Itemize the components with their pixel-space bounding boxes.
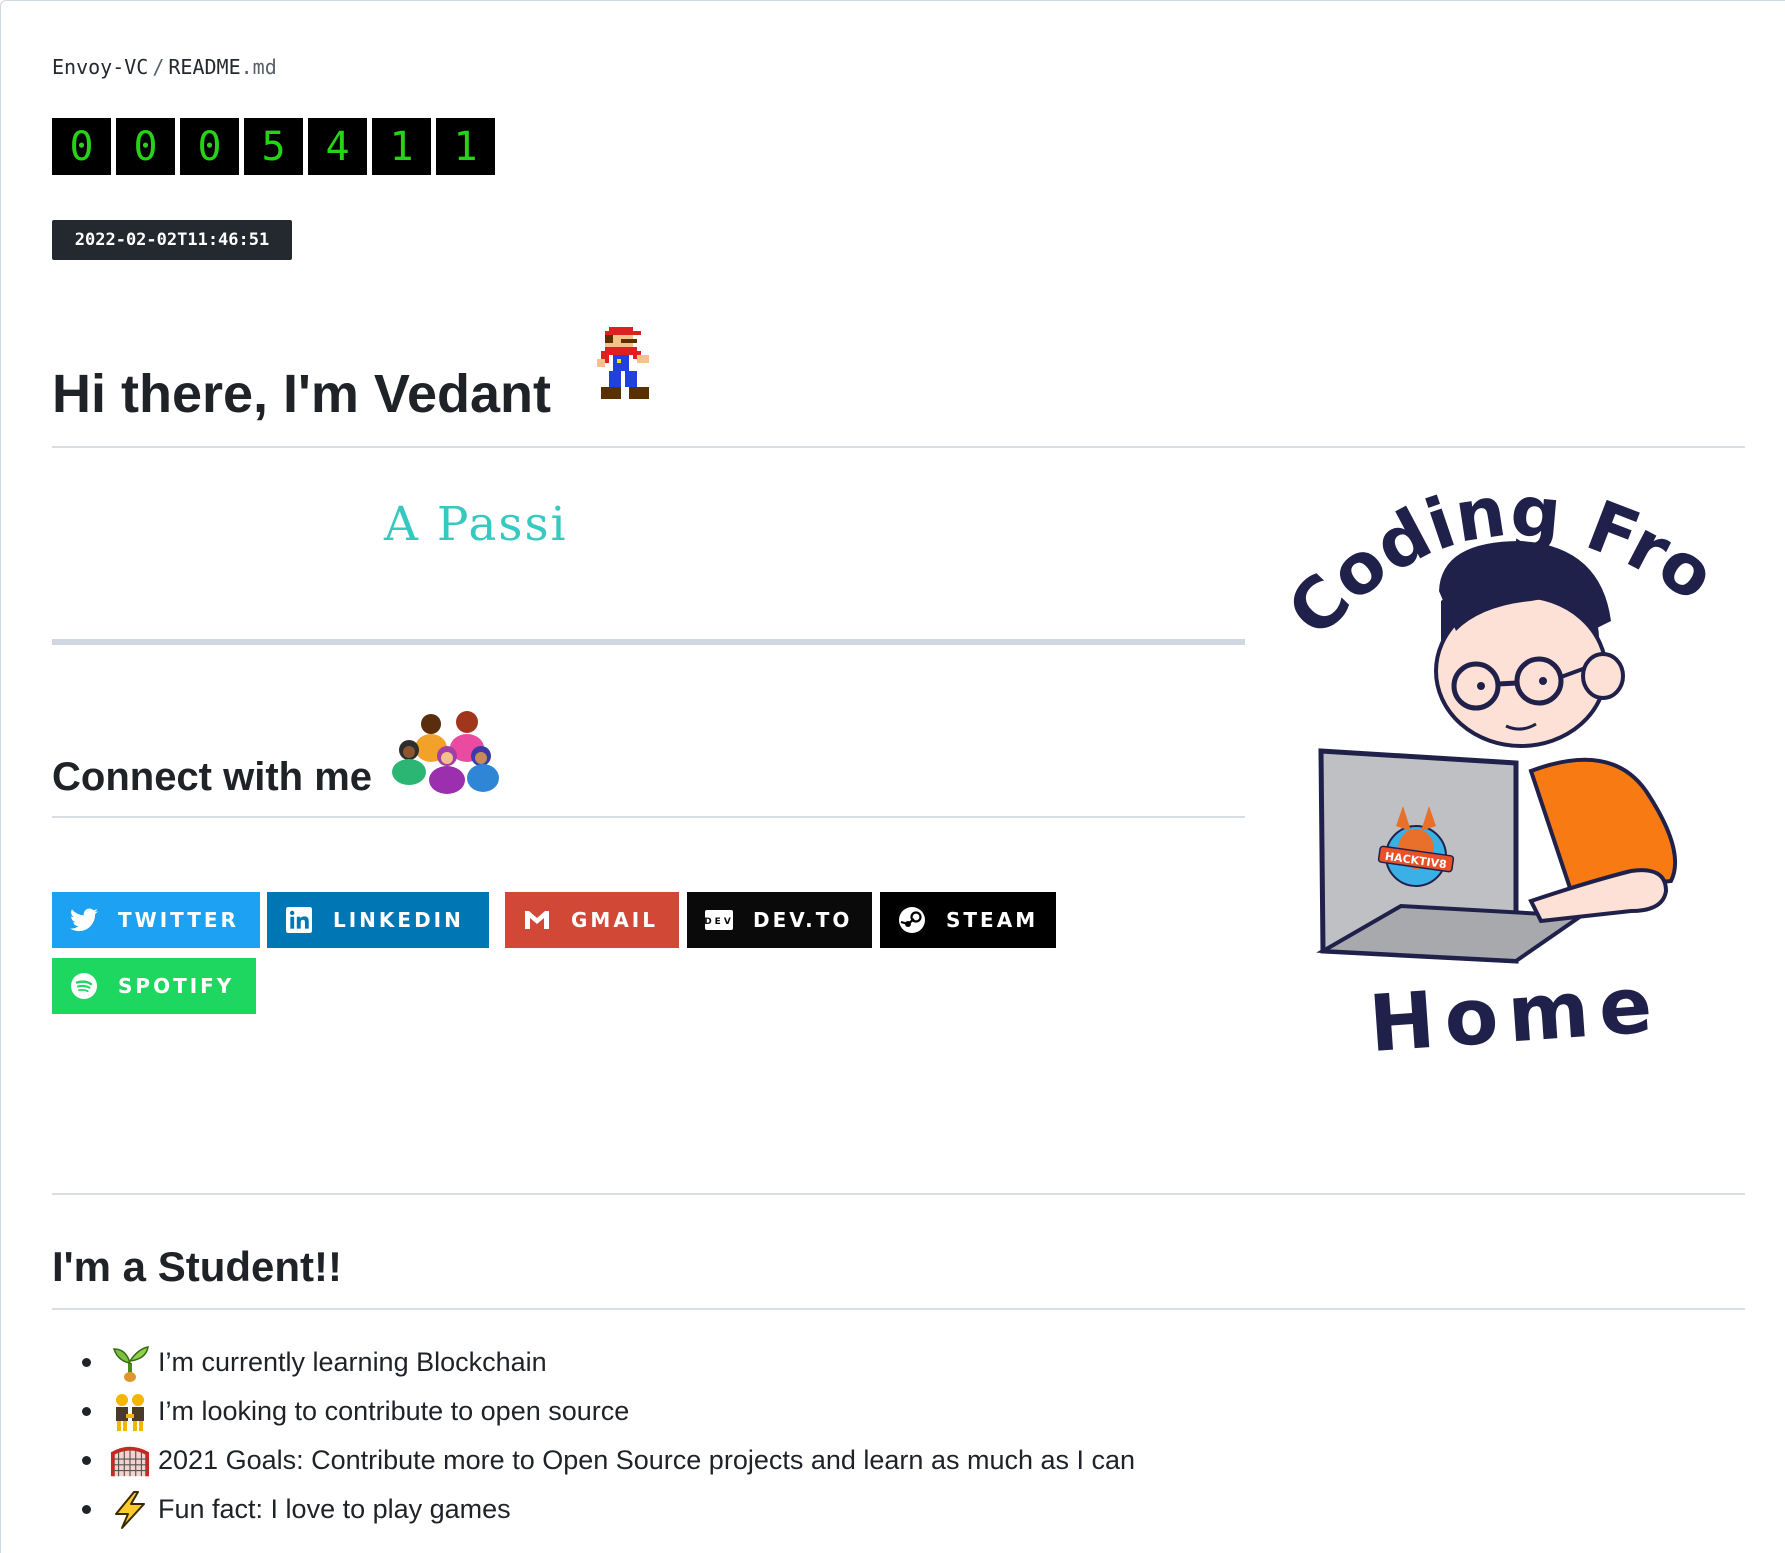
seedling-icon [110, 1343, 150, 1383]
readme-container: Envoy-VC / README.md 0 0 0 5 4 1 1 2022-02… [0, 0, 1785, 1553]
connect-heading: Connect with me [52, 755, 373, 799]
counter-digit: 5 [244, 118, 303, 175]
steam-icon [898, 906, 926, 934]
list-item-text: I’m currently learning Blockchain [158, 1347, 547, 1377]
section-divider [52, 639, 1245, 645]
student-list: I’m currently learning Blockchain I’m lo… [52, 1338, 1135, 1534]
list-item: 2021 Goals: Contribute more to Open Sour… [52, 1436, 1135, 1485]
twitter-badge-label: TWITTER [118, 908, 239, 932]
mario-sprite-icon [597, 327, 649, 399]
typing-animation-text: A Passi [384, 497, 568, 552]
section-divider-2 [52, 1193, 1745, 1195]
counter-digit: 1 [436, 118, 495, 175]
devto-badge-label: DEV.TO [753, 908, 853, 932]
breadcrumb: Envoy-VC / README.md [52, 55, 277, 79]
twitter-badge-button[interactable]: TWITTER [52, 892, 260, 948]
list-item-text: I’m looking to contribute to open source [158, 1396, 630, 1426]
gmail-badge-button[interactable]: GMAIL [505, 892, 679, 948]
counter-digit: 0 [52, 118, 111, 175]
twitter-icon [70, 906, 98, 934]
gmail-badge-label: GMAIL [571, 908, 658, 932]
spotify-icon [70, 972, 98, 1000]
list-item-text: 2021 Goals: Contribute more to Open Sour… [158, 1445, 1136, 1475]
svg-text:DEV: DEV [705, 917, 733, 927]
list-item: I’m currently learning Blockchain [52, 1338, 1135, 1387]
timestamp-badge: 2022-02-02T11:46:51 [52, 220, 292, 260]
steam-badge-label: STEAM [946, 908, 1039, 932]
devto-badge-button[interactable]: DEV DEV.TO [687, 892, 872, 948]
counter-digit: 1 [372, 118, 431, 175]
student-heading: I'm a Student!! [52, 1243, 342, 1290]
spotify-badge-label: SPOTIFY [118, 974, 235, 998]
page-title: Hi there, I'm Vedant [52, 364, 551, 424]
visitor-counter: 0 0 0 5 4 1 1 [52, 118, 495, 175]
illustration-bottom-text: Home [1366, 960, 1665, 1051]
linkedin-icon [285, 906, 313, 934]
breadcrumb-separator: / [152, 55, 165, 79]
counter-digit: 4 [308, 118, 367, 175]
people-holding-hands-icon [110, 1392, 150, 1432]
breadcrumb-repo-link[interactable]: Envoy-VC [52, 55, 148, 79]
lightning-icon [110, 1490, 150, 1530]
list-item: I’m looking to contribute to open source [52, 1387, 1135, 1436]
list-item: Fun fact: I love to play games [52, 1485, 1135, 1534]
goal-net-icon [110, 1441, 150, 1481]
student-heading-divider [52, 1308, 1745, 1310]
linkedin-badge-button[interactable]: LINKEDIN [267, 892, 489, 948]
spotify-badge-button[interactable]: SPOTIFY [52, 958, 256, 1014]
devto-icon: DEV [705, 906, 733, 934]
breadcrumb-file-ext: .md [240, 55, 277, 79]
counter-digit: 0 [180, 118, 239, 175]
counter-digit: 0 [116, 118, 175, 175]
heading-divider [52, 446, 1745, 448]
steam-badge-button[interactable]: STEAM [880, 892, 1056, 948]
gmail-icon [523, 906, 551, 934]
bullet-icon [82, 1358, 91, 1367]
list-item-text: Fun fact: I love to play games [158, 1494, 511, 1524]
connect-divider [52, 816, 1245, 818]
breadcrumb-file-name: README [168, 55, 241, 79]
people-group-icon [392, 711, 499, 794]
bullet-icon [82, 1456, 91, 1465]
bullet-icon [82, 1505, 91, 1514]
linkedin-badge-label: LINKEDIN [333, 908, 464, 932]
coding-from-home-illustration: Coding From HACKTIV8 Home [1291, 481, 1729, 1051]
bullet-icon [82, 1407, 91, 1416]
